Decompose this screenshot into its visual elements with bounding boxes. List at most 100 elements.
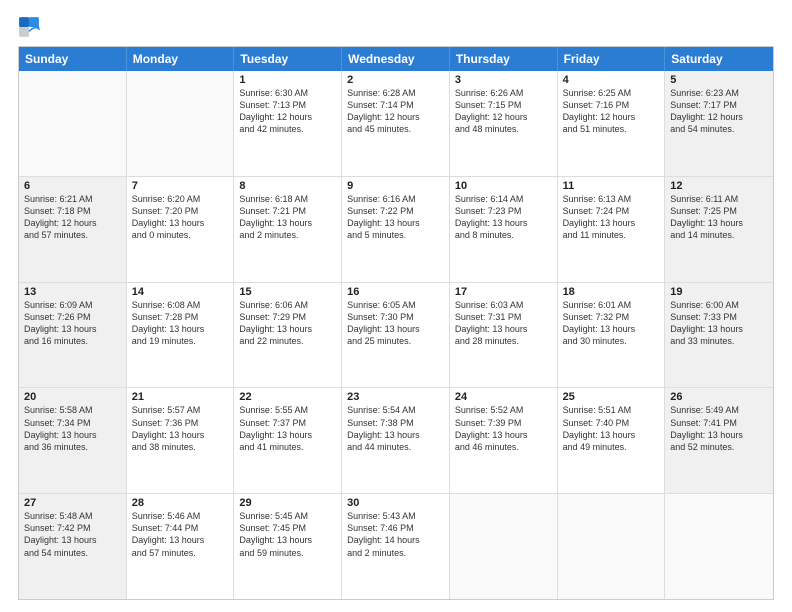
day-info: Sunrise: 5:49 AM Sunset: 7:41 PM Dayligh… — [670, 404, 768, 453]
day-number: 29 — [239, 497, 336, 509]
calendar-cell: 11Sunrise: 6:13 AM Sunset: 7:24 PM Dayli… — [558, 177, 666, 282]
calendar-cell: 3Sunrise: 6:26 AM Sunset: 7:15 PM Daylig… — [450, 71, 558, 176]
day-number: 13 — [24, 286, 121, 298]
day-info: Sunrise: 6:00 AM Sunset: 7:33 PM Dayligh… — [670, 299, 768, 348]
day-info: Sunrise: 5:57 AM Sunset: 7:36 PM Dayligh… — [132, 404, 229, 453]
calendar-cell: 8Sunrise: 6:18 AM Sunset: 7:21 PM Daylig… — [234, 177, 342, 282]
day-info: Sunrise: 5:43 AM Sunset: 7:46 PM Dayligh… — [347, 510, 444, 559]
day-info: Sunrise: 5:51 AM Sunset: 7:40 PM Dayligh… — [563, 404, 660, 453]
calendar-week-4: 20Sunrise: 5:58 AM Sunset: 7:34 PM Dayli… — [19, 388, 773, 494]
day-info: Sunrise: 6:20 AM Sunset: 7:20 PM Dayligh… — [132, 193, 229, 242]
calendar-cell: 29Sunrise: 5:45 AM Sunset: 7:45 PM Dayli… — [234, 494, 342, 599]
calendar-cell — [450, 494, 558, 599]
day-info: Sunrise: 6:03 AM Sunset: 7:31 PM Dayligh… — [455, 299, 552, 348]
day-number: 14 — [132, 286, 229, 298]
calendar-cell: 17Sunrise: 6:03 AM Sunset: 7:31 PM Dayli… — [450, 283, 558, 388]
calendar-cell — [19, 71, 127, 176]
day-info: Sunrise: 5:45 AM Sunset: 7:45 PM Dayligh… — [239, 510, 336, 559]
calendar-cell: 24Sunrise: 5:52 AM Sunset: 7:39 PM Dayli… — [450, 388, 558, 493]
calendar-cell — [127, 71, 235, 176]
calendar-cell: 20Sunrise: 5:58 AM Sunset: 7:34 PM Dayli… — [19, 388, 127, 493]
calendar-cell: 6Sunrise: 6:21 AM Sunset: 7:18 PM Daylig… — [19, 177, 127, 282]
day-number: 21 — [132, 391, 229, 403]
day-number: 30 — [347, 497, 444, 509]
day-number: 9 — [347, 180, 444, 192]
header-cell-sunday: Sunday — [19, 47, 127, 71]
day-number: 8 — [239, 180, 336, 192]
header-cell-monday: Monday — [127, 47, 235, 71]
calendar-cell: 22Sunrise: 5:55 AM Sunset: 7:37 PM Dayli… — [234, 388, 342, 493]
day-info: Sunrise: 5:52 AM Sunset: 7:39 PM Dayligh… — [455, 404, 552, 453]
calendar-cell — [558, 494, 666, 599]
day-number: 28 — [132, 497, 229, 509]
day-number: 12 — [670, 180, 768, 192]
day-number: 6 — [24, 180, 121, 192]
day-number: 15 — [239, 286, 336, 298]
day-info: Sunrise: 5:58 AM Sunset: 7:34 PM Dayligh… — [24, 404, 121, 453]
calendar-cell: 10Sunrise: 6:14 AM Sunset: 7:23 PM Dayli… — [450, 177, 558, 282]
day-info: Sunrise: 5:46 AM Sunset: 7:44 PM Dayligh… — [132, 510, 229, 559]
day-number: 22 — [239, 391, 336, 403]
day-info: Sunrise: 6:18 AM Sunset: 7:21 PM Dayligh… — [239, 193, 336, 242]
day-info: Sunrise: 5:48 AM Sunset: 7:42 PM Dayligh… — [24, 510, 121, 559]
header-cell-thursday: Thursday — [450, 47, 558, 71]
calendar-cell: 21Sunrise: 5:57 AM Sunset: 7:36 PM Dayli… — [127, 388, 235, 493]
day-number: 24 — [455, 391, 552, 403]
calendar-cell: 28Sunrise: 5:46 AM Sunset: 7:44 PM Dayli… — [127, 494, 235, 599]
calendar-cell: 23Sunrise: 5:54 AM Sunset: 7:38 PM Dayli… — [342, 388, 450, 493]
calendar-cell: 1Sunrise: 6:30 AM Sunset: 7:13 PM Daylig… — [234, 71, 342, 176]
day-number: 7 — [132, 180, 229, 192]
calendar-week-3: 13Sunrise: 6:09 AM Sunset: 7:26 PM Dayli… — [19, 283, 773, 389]
day-number: 23 — [347, 391, 444, 403]
header-cell-tuesday: Tuesday — [234, 47, 342, 71]
header-cell-friday: Friday — [558, 47, 666, 71]
day-info: Sunrise: 6:09 AM Sunset: 7:26 PM Dayligh… — [24, 299, 121, 348]
day-info: Sunrise: 6:25 AM Sunset: 7:16 PM Dayligh… — [563, 87, 660, 136]
day-info: Sunrise: 6:05 AM Sunset: 7:30 PM Dayligh… — [347, 299, 444, 348]
day-number: 20 — [24, 391, 121, 403]
day-info: Sunrise: 6:21 AM Sunset: 7:18 PM Dayligh… — [24, 193, 121, 242]
day-info: Sunrise: 5:54 AM Sunset: 7:38 PM Dayligh… — [347, 404, 444, 453]
day-number: 18 — [563, 286, 660, 298]
day-number: 11 — [563, 180, 660, 192]
calendar-cell: 16Sunrise: 6:05 AM Sunset: 7:30 PM Dayli… — [342, 283, 450, 388]
calendar-cell: 14Sunrise: 6:08 AM Sunset: 7:28 PM Dayli… — [127, 283, 235, 388]
calendar-cell: 5Sunrise: 6:23 AM Sunset: 7:17 PM Daylig… — [665, 71, 773, 176]
calendar-cell: 26Sunrise: 5:49 AM Sunset: 7:41 PM Dayli… — [665, 388, 773, 493]
day-number: 27 — [24, 497, 121, 509]
day-number: 1 — [239, 74, 336, 86]
day-number: 5 — [670, 74, 768, 86]
calendar-cell: 4Sunrise: 6:25 AM Sunset: 7:16 PM Daylig… — [558, 71, 666, 176]
day-info: Sunrise: 6:23 AM Sunset: 7:17 PM Dayligh… — [670, 87, 768, 136]
calendar-cell — [665, 494, 773, 599]
page-header — [18, 16, 774, 38]
calendar-cell: 9Sunrise: 6:16 AM Sunset: 7:22 PM Daylig… — [342, 177, 450, 282]
day-info: Sunrise: 6:06 AM Sunset: 7:29 PM Dayligh… — [239, 299, 336, 348]
calendar-week-5: 27Sunrise: 5:48 AM Sunset: 7:42 PM Dayli… — [19, 494, 773, 599]
day-number: 2 — [347, 74, 444, 86]
day-info: Sunrise: 6:11 AM Sunset: 7:25 PM Dayligh… — [670, 193, 768, 242]
calendar-cell: 30Sunrise: 5:43 AM Sunset: 7:46 PM Dayli… — [342, 494, 450, 599]
logo — [18, 16, 42, 38]
day-number: 16 — [347, 286, 444, 298]
calendar-cell: 27Sunrise: 5:48 AM Sunset: 7:42 PM Dayli… — [19, 494, 127, 599]
day-info: Sunrise: 6:01 AM Sunset: 7:32 PM Dayligh… — [563, 299, 660, 348]
calendar-cell: 19Sunrise: 6:00 AM Sunset: 7:33 PM Dayli… — [665, 283, 773, 388]
day-info: Sunrise: 6:13 AM Sunset: 7:24 PM Dayligh… — [563, 193, 660, 242]
logo-icon — [18, 16, 40, 38]
day-number: 26 — [670, 391, 768, 403]
calendar: SundayMondayTuesdayWednesdayThursdayFrid… — [18, 46, 774, 600]
header-cell-wednesday: Wednesday — [342, 47, 450, 71]
day-number: 3 — [455, 74, 552, 86]
calendar-week-2: 6Sunrise: 6:21 AM Sunset: 7:18 PM Daylig… — [19, 177, 773, 283]
day-info: Sunrise: 6:30 AM Sunset: 7:13 PM Dayligh… — [239, 87, 336, 136]
day-info: Sunrise: 6:08 AM Sunset: 7:28 PM Dayligh… — [132, 299, 229, 348]
calendar-cell: 13Sunrise: 6:09 AM Sunset: 7:26 PM Dayli… — [19, 283, 127, 388]
header-cell-saturday: Saturday — [665, 47, 773, 71]
calendar-cell: 2Sunrise: 6:28 AM Sunset: 7:14 PM Daylig… — [342, 71, 450, 176]
day-info: Sunrise: 6:26 AM Sunset: 7:15 PM Dayligh… — [455, 87, 552, 136]
calendar-week-1: 1Sunrise: 6:30 AM Sunset: 7:13 PM Daylig… — [19, 71, 773, 177]
calendar-body: 1Sunrise: 6:30 AM Sunset: 7:13 PM Daylig… — [19, 71, 773, 599]
day-info: Sunrise: 5:55 AM Sunset: 7:37 PM Dayligh… — [239, 404, 336, 453]
day-info: Sunrise: 6:16 AM Sunset: 7:22 PM Dayligh… — [347, 193, 444, 242]
